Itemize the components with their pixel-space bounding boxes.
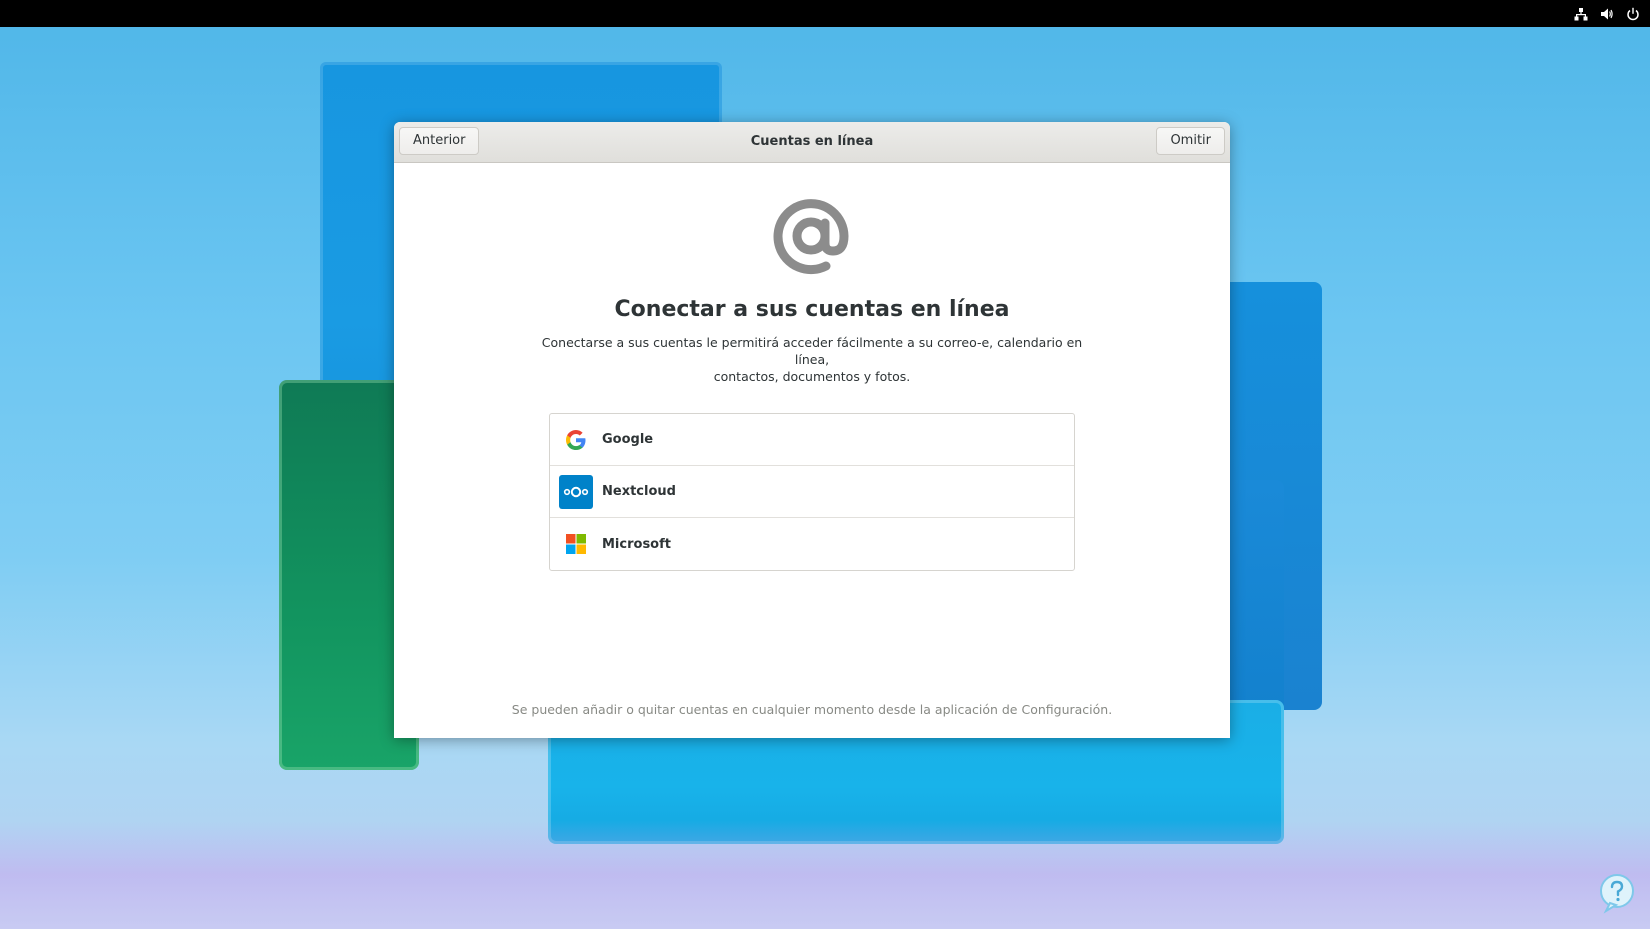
top-bar — [0, 0, 1650, 27]
footer-note: Se pueden añadir o quitar cuentas en cua… — [511, 702, 1113, 717]
heading: Conectar a sus cuentas en línea — [614, 297, 1010, 322]
wallpaper-haze — [0, 820, 1650, 929]
provider-label-nextcloud: Nextcloud — [602, 484, 676, 499]
dialog-content: Conectar a sus cuentas en línea Conectar… — [394, 163, 1230, 738]
network-icon[interactable] — [1574, 7, 1588, 21]
provider-label-google: Google — [602, 432, 654, 447]
provider-list: Google Nextcloud Microsoft — [549, 413, 1075, 571]
microsoft-icon — [559, 527, 593, 561]
description-line-2: contactos, documentos y fotos. — [713, 369, 911, 384]
at-sign-icon — [773, 199, 849, 275]
google-icon — [559, 423, 593, 457]
page-title: Cuentas en línea — [750, 134, 874, 149]
help-badge-icon — [1600, 874, 1634, 914]
provider-label-microsoft: Microsoft — [602, 536, 671, 552]
volume-icon[interactable] — [1600, 7, 1614, 21]
description-line-1: Conectarse a sus cuentas le permitirá ac… — [541, 335, 1083, 367]
system-tray[interactable] — [1574, 0, 1640, 27]
desktop-background: Anterior Cuentas en línea Omitir Conecta… — [0, 0, 1650, 929]
provider-row-google[interactable]: Google — [550, 414, 1074, 466]
provider-row-nextcloud[interactable]: Nextcloud — [550, 466, 1074, 518]
power-icon[interactable] — [1626, 7, 1640, 21]
provider-row-microsoft[interactable]: Microsoft — [550, 518, 1074, 570]
skip-button[interactable]: Omitir — [1156, 127, 1225, 155]
header-bar: Anterior Cuentas en línea Omitir — [394, 122, 1230, 163]
description: Conectarse a sus cuentas le permitirá ac… — [534, 334, 1090, 385]
nextcloud-icon — [559, 474, 593, 509]
online-accounts-dialog: Anterior Cuentas en línea Omitir Conecta… — [394, 122, 1230, 738]
